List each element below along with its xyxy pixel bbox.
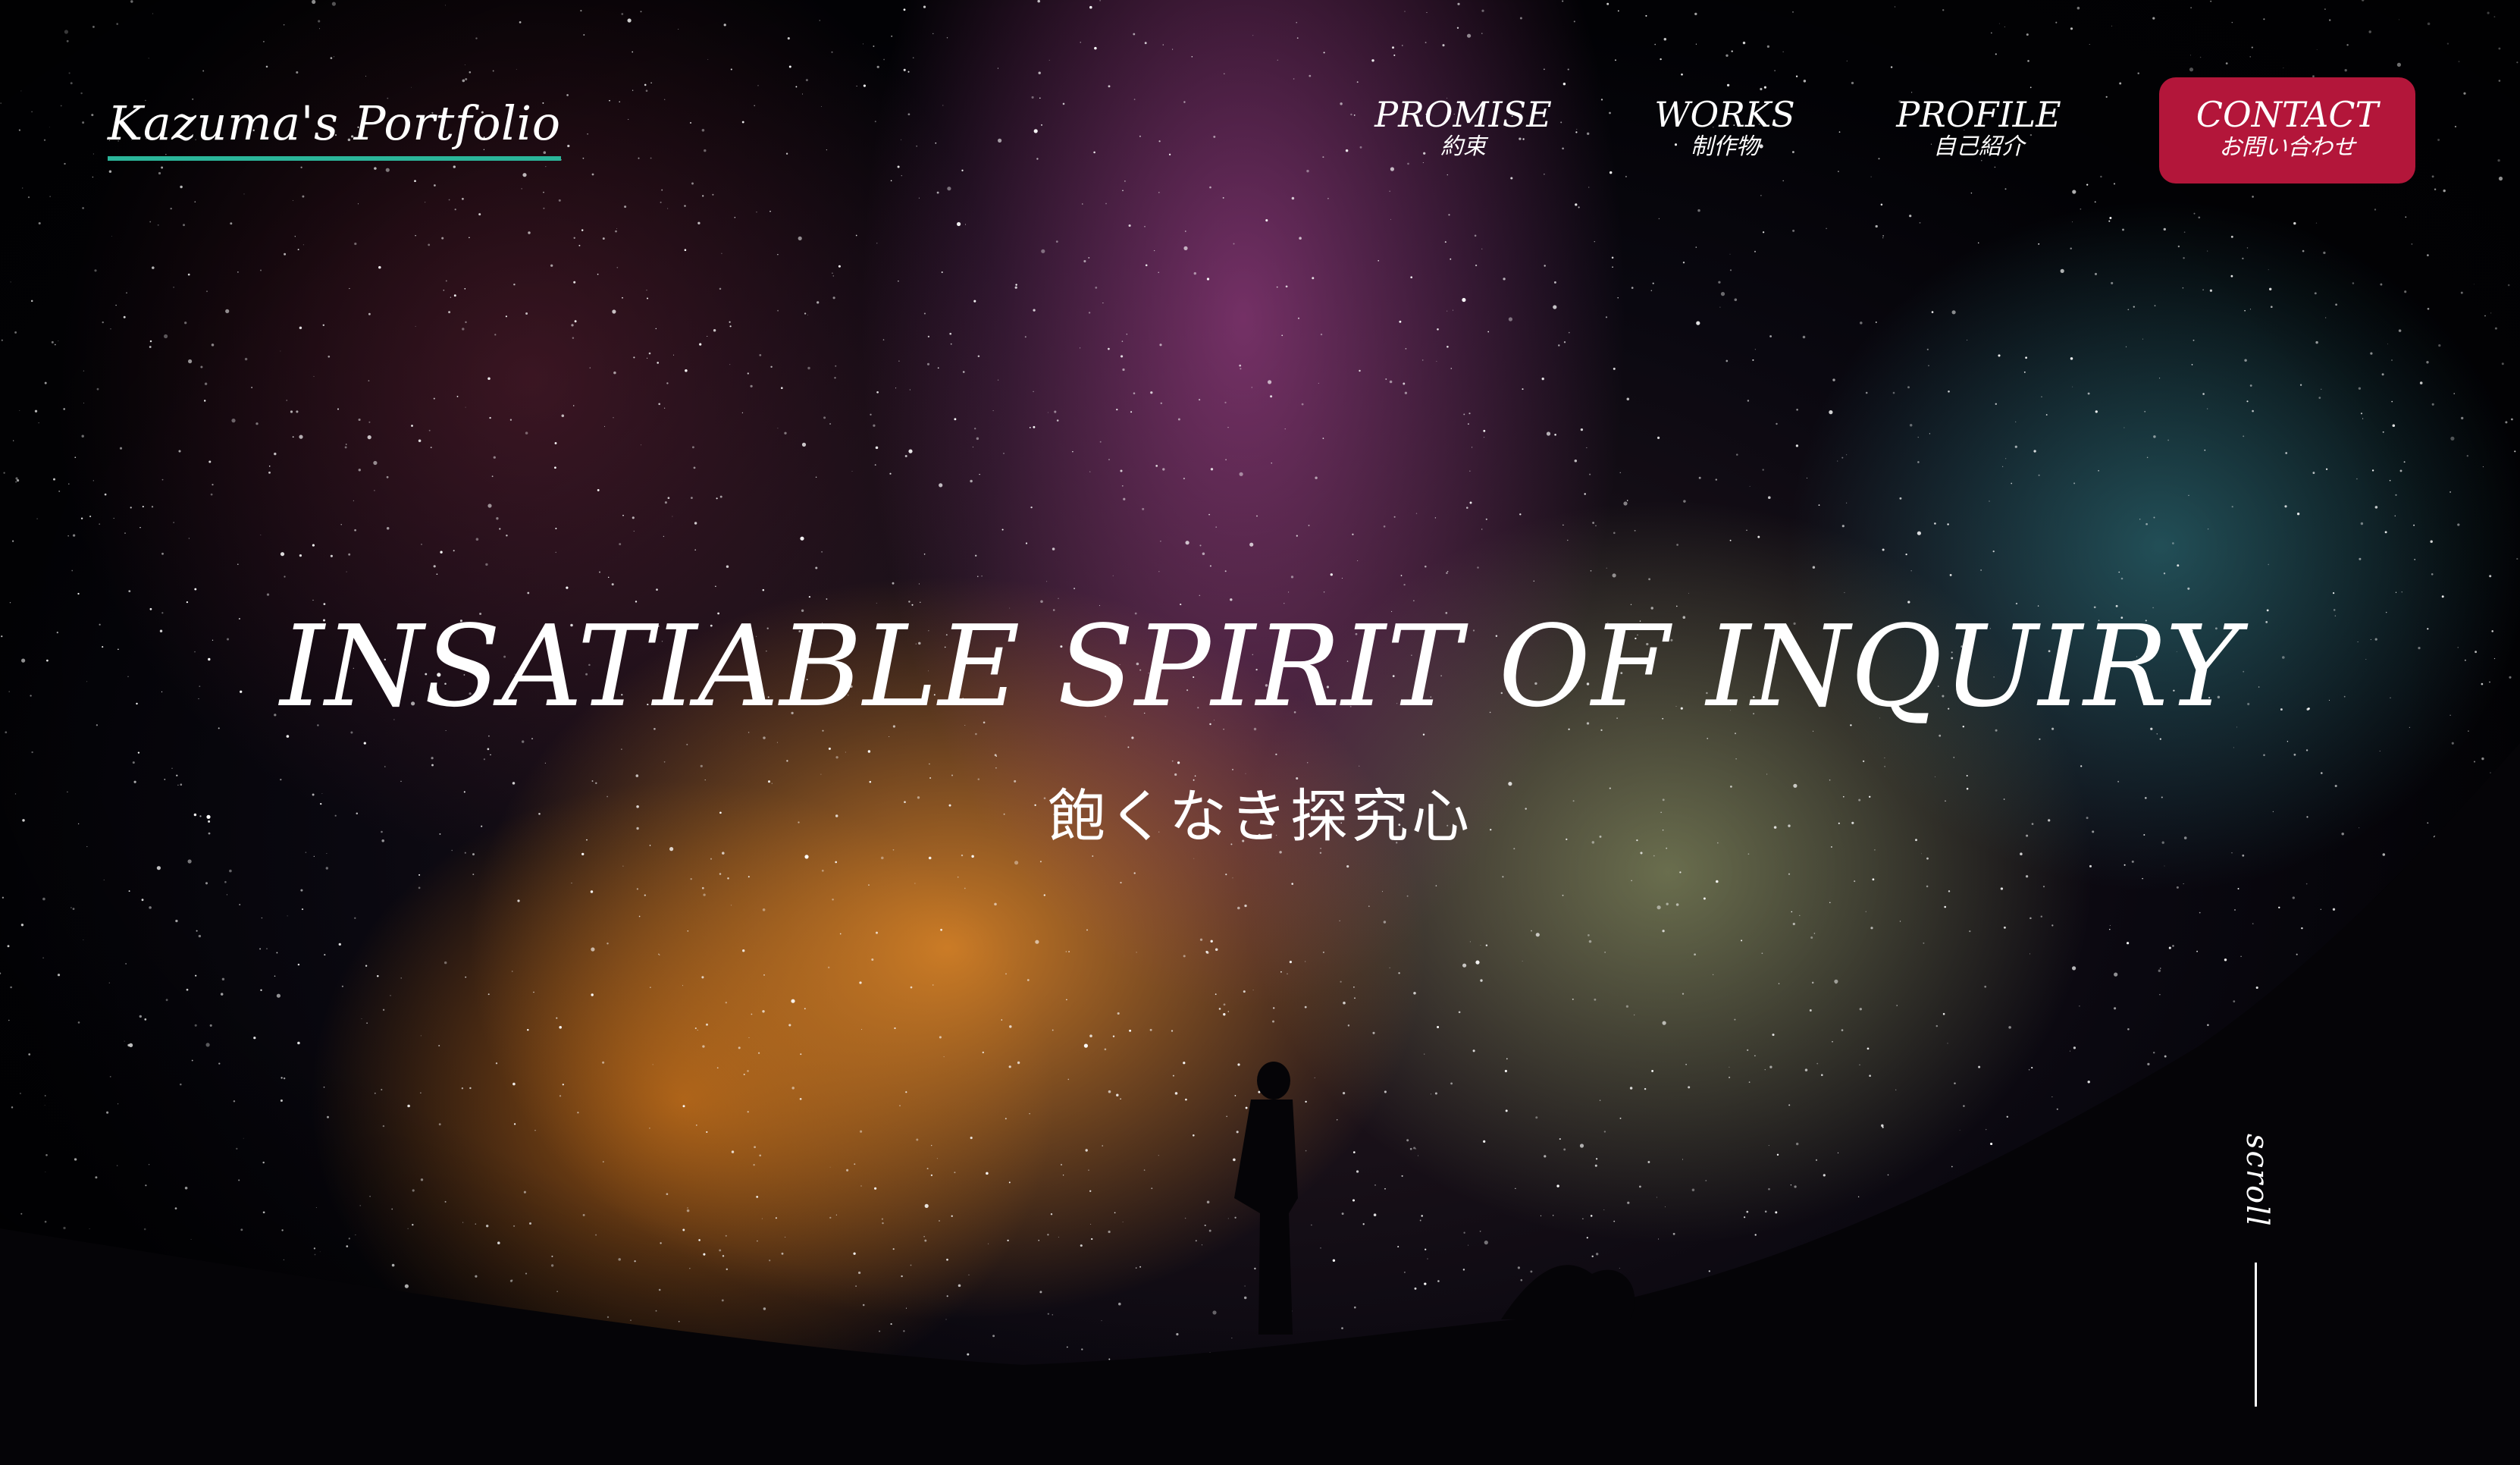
nav-item-promise[interactable]: PROMISE 約束: [1365, 96, 1562, 159]
nav-item-sublabel: 約束: [1440, 133, 1486, 160]
nav-item-profile[interactable]: PROFILE 自己紹介: [1888, 96, 2070, 159]
nav-item-works[interactable]: WORKS 制作物: [1638, 96, 1812, 159]
nav-item-label: PROFILE: [1896, 94, 2061, 135]
scroll-indicator[interactable]: scroll: [2221, 1134, 2290, 1414]
hillside-silhouette: [0, 0, 2520, 1465]
hero-subheadline: 飽くなき探究心: [1048, 783, 1472, 850]
nav-item-sublabel: 自己紹介: [1933, 133, 2024, 160]
contact-button[interactable]: CONTACT お問い合わせ: [2159, 77, 2415, 184]
contact-button-label: CONTACT: [2196, 94, 2379, 135]
site-logo[interactable]: Kazuma's Portfolio: [108, 100, 561, 161]
hero-headline: INSATIABLE SPIRIT OF INQUIRY: [280, 601, 2240, 732]
nav-item-sublabel: 制作物: [1691, 133, 1759, 160]
nav-item-label: WORKS: [1654, 94, 1795, 135]
hero-section: Kazuma's Portfolio PROMISE 約束 WORKS 制作物 …: [0, 0, 2520, 1465]
scroll-line: [2255, 1263, 2257, 1407]
nav-item-label: PROMISE: [1374, 94, 1552, 135]
contact-button-sublabel: お問い合わせ: [2219, 133, 2355, 161]
scroll-label: scroll: [2239, 1134, 2274, 1228]
